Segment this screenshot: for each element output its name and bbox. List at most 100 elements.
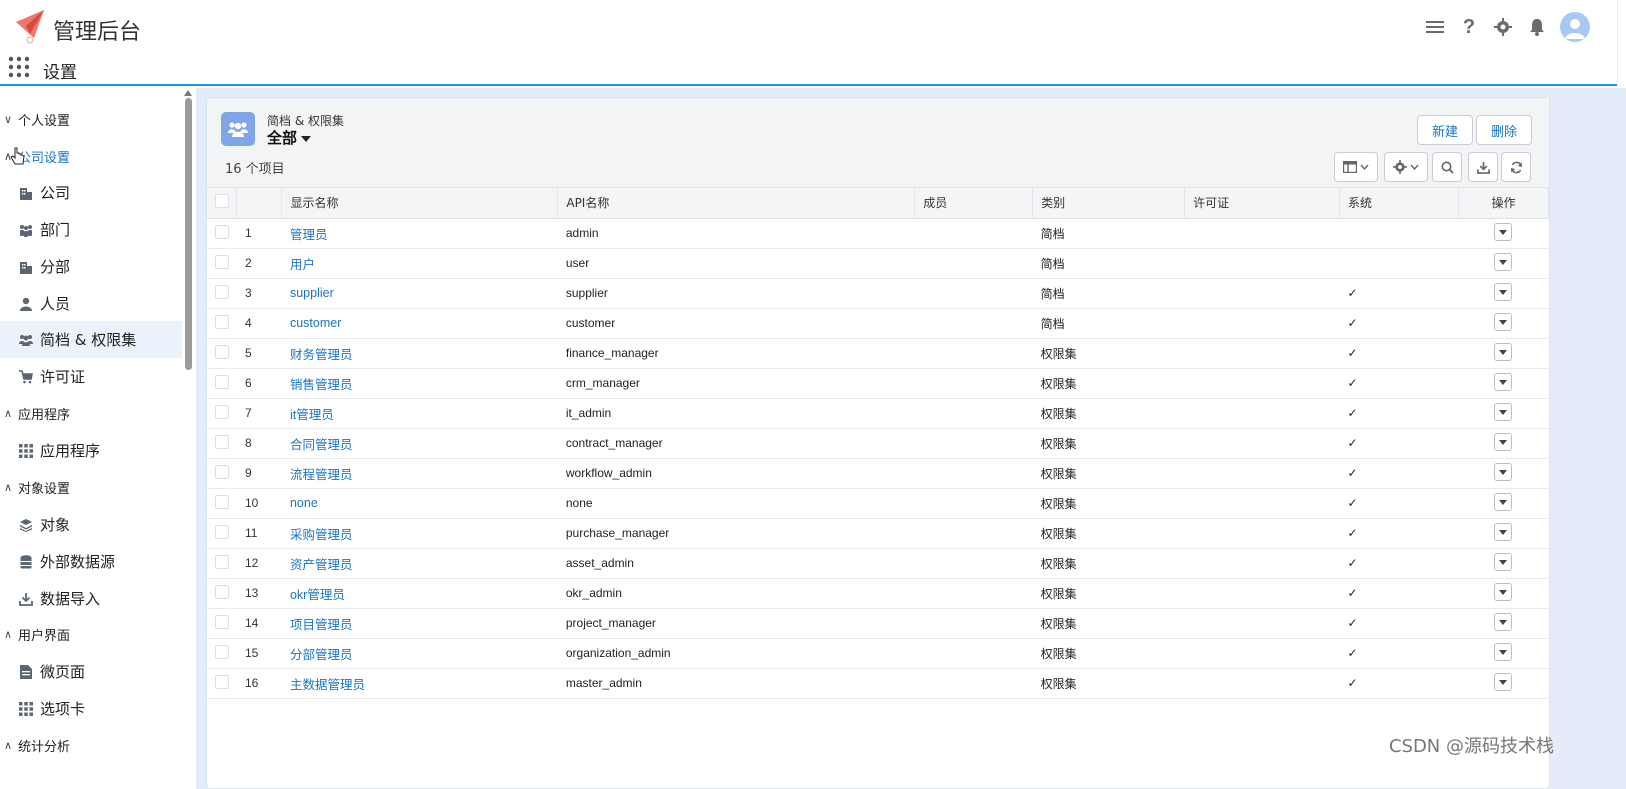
sidebar-scrollbar[interactable] <box>185 98 192 370</box>
sidebar-item-department[interactable]: 部门 <box>0 211 182 248</box>
sidebar-item-staff[interactable]: 人员 <box>0 285 182 322</box>
menu-icon[interactable] <box>1424 16 1446 38</box>
list-settings-button[interactable] <box>1384 152 1428 182</box>
bell-icon[interactable] <box>1526 16 1548 38</box>
row-checkbox[interactable] <box>215 494 229 509</box>
row-checkbox[interactable] <box>215 644 229 659</box>
sidebar-item-tabs[interactable]: 选项卡 <box>0 690 182 727</box>
sidebar-item-profiles[interactable]: 简档 & 权限集 <box>0 321 182 358</box>
select-all-checkbox[interactable] <box>215 194 229 209</box>
display-name-link[interactable]: supplier <box>281 278 558 309</box>
row-action-menu-button[interactable] <box>1494 612 1513 631</box>
row-action-menu-button[interactable] <box>1494 432 1513 451</box>
display-name-link[interactable]: 项目管理员 <box>281 608 558 639</box>
sidebar-item-objects[interactable]: 对象 <box>0 506 182 543</box>
row-checkbox[interactable] <box>215 674 229 689</box>
row-checkbox[interactable] <box>215 464 229 479</box>
table-row[interactable]: 3 supplier supplier 简档 ✓ <box>207 278 1549 309</box>
row-action-menu-button[interactable] <box>1494 402 1513 421</box>
row-action-menu-button[interactable] <box>1494 582 1513 601</box>
table-row[interactable]: 10 none none 权限集 ✓ <box>207 488 1549 519</box>
column-header-system[interactable]: 系统 <box>1339 188 1459 219</box>
display-name-link[interactable]: 管理员 <box>281 218 558 249</box>
sidebar-item-applications[interactable]: 应用程序 <box>0 432 182 469</box>
column-header-members[interactable]: 成员 <box>914 188 1034 219</box>
table-row[interactable]: 5 财务管理员 finance_manager 权限集 ✓ <box>207 338 1549 369</box>
column-header-category[interactable]: 类别 <box>1032 188 1186 219</box>
display-name-link[interactable]: 财务管理员 <box>281 338 558 369</box>
row-action-menu-button[interactable] <box>1494 372 1513 391</box>
table-row[interactable]: 1 管理员 admin 简档 <box>207 218 1549 249</box>
sidebar-item-company[interactable]: 公司 <box>0 174 182 211</box>
group-company-settings[interactable]: ∧ 公司设置 <box>0 138 182 174</box>
display-name-link[interactable]: none <box>281 488 558 519</box>
row-action-menu-button[interactable] <box>1494 252 1513 271</box>
group-object-settings[interactable]: ∧ 对象设置 <box>0 469 182 505</box>
sidebar-item-branch[interactable]: 分部 <box>0 248 182 285</box>
app-launcher-icon[interactable] <box>8 56 30 78</box>
display-toggle-button[interactable] <box>1334 152 1378 182</box>
table-row[interactable]: 6 销售管理员 crm_manager 权限集 ✓ <box>207 368 1549 399</box>
row-checkbox[interactable] <box>215 434 229 449</box>
display-name-link[interactable]: 流程管理员 <box>281 458 558 489</box>
row-checkbox[interactable] <box>215 284 229 299</box>
row-action-menu-button[interactable] <box>1494 552 1513 571</box>
table-row[interactable]: 11 采购管理员 purchase_manager 权限集 ✓ <box>207 518 1549 549</box>
row-action-menu-button[interactable] <box>1494 642 1513 661</box>
display-name-link[interactable]: it管理员 <box>281 398 558 429</box>
column-header-license[interactable]: 许可证 <box>1184 188 1341 219</box>
display-name-link[interactable]: 分部管理员 <box>281 638 558 669</box>
display-name-link[interactable]: 合同管理员 <box>281 428 558 459</box>
table-row[interactable]: 12 资产管理员 asset_admin 权限集 ✓ <box>207 548 1549 579</box>
group-analytics[interactable]: ∧ 统计分析 <box>0 727 182 763</box>
gear-icon[interactable] <box>1492 16 1514 38</box>
table-row[interactable]: 2 用户 user 简档 <box>207 248 1549 279</box>
table-row[interactable]: 14 项目管理员 project_manager 权限集 ✓ <box>207 608 1549 639</box>
display-name-link[interactable]: 采购管理员 <box>281 518 558 549</box>
group-user-interface[interactable]: ∧ 用户界面 <box>0 616 182 652</box>
search-button[interactable] <box>1432 152 1462 182</box>
display-name-link[interactable]: 资产管理员 <box>281 548 558 579</box>
row-checkbox[interactable] <box>215 224 229 239</box>
scroll-up-arrow[interactable] <box>184 90 192 96</box>
table-row[interactable]: 7 it管理员 it_admin 权限集 ✓ <box>207 398 1549 429</box>
row-checkbox[interactable] <box>215 254 229 269</box>
help-icon[interactable]: ? <box>1458 16 1480 38</box>
row-action-menu-button[interactable] <box>1494 282 1513 301</box>
refresh-button[interactable] <box>1501 152 1531 182</box>
row-checkbox[interactable] <box>215 554 229 569</box>
sidebar-item-license[interactable]: 许可证 <box>0 358 182 395</box>
table-row[interactable]: 13 okr管理员 okr_admin 权限集 ✓ <box>207 578 1549 609</box>
group-personal-settings[interactable]: ∨ 个人设置 <box>0 101 182 137</box>
new-button[interactable]: 新建 <box>1417 115 1473 145</box>
sidebar-item-data-import[interactable]: 数据导入 <box>0 580 182 617</box>
table-row[interactable]: 8 合同管理员 contract_manager 权限集 ✓ <box>207 428 1549 459</box>
row-checkbox[interactable] <box>215 314 229 329</box>
row-checkbox[interactable] <box>215 404 229 419</box>
row-checkbox[interactable] <box>215 374 229 389</box>
row-action-menu-button[interactable] <box>1494 342 1513 361</box>
table-row[interactable]: 9 流程管理员 workflow_admin 权限集 ✓ <box>207 458 1549 489</box>
row-action-menu-button[interactable] <box>1494 222 1513 241</box>
table-row[interactable]: 16 主数据管理员 master_admin 权限集 ✓ <box>207 668 1549 699</box>
row-action-menu-button[interactable] <box>1494 672 1513 691</box>
sidebar-item-micro-pages[interactable]: 微页面 <box>0 653 182 690</box>
group-applications[interactable]: ∧ 应用程序 <box>0 395 182 431</box>
row-action-menu-button[interactable] <box>1494 522 1513 541</box>
display-name-link[interactable]: 主数据管理员 <box>281 668 558 699</box>
display-name-link[interactable]: 用户 <box>281 248 558 279</box>
export-button[interactable] <box>1468 152 1498 182</box>
row-checkbox[interactable] <box>215 584 229 599</box>
display-name-link[interactable]: customer <box>281 308 558 339</box>
row-action-menu-button[interactable] <box>1494 492 1513 511</box>
sidebar-item-external-data[interactable]: 外部数据源 <box>0 543 182 580</box>
display-name-link[interactable]: 销售管理员 <box>281 368 558 399</box>
table-row[interactable]: 4 customer customer 简档 ✓ <box>207 308 1549 339</box>
row-action-menu-button[interactable] <box>1494 312 1513 331</box>
display-name-link[interactable]: okr管理员 <box>281 578 558 609</box>
row-action-menu-button[interactable] <box>1494 462 1513 481</box>
row-checkbox[interactable] <box>215 524 229 539</box>
user-avatar[interactable] <box>1560 12 1590 42</box>
row-checkbox[interactable] <box>215 344 229 359</box>
row-checkbox[interactable] <box>215 614 229 629</box>
